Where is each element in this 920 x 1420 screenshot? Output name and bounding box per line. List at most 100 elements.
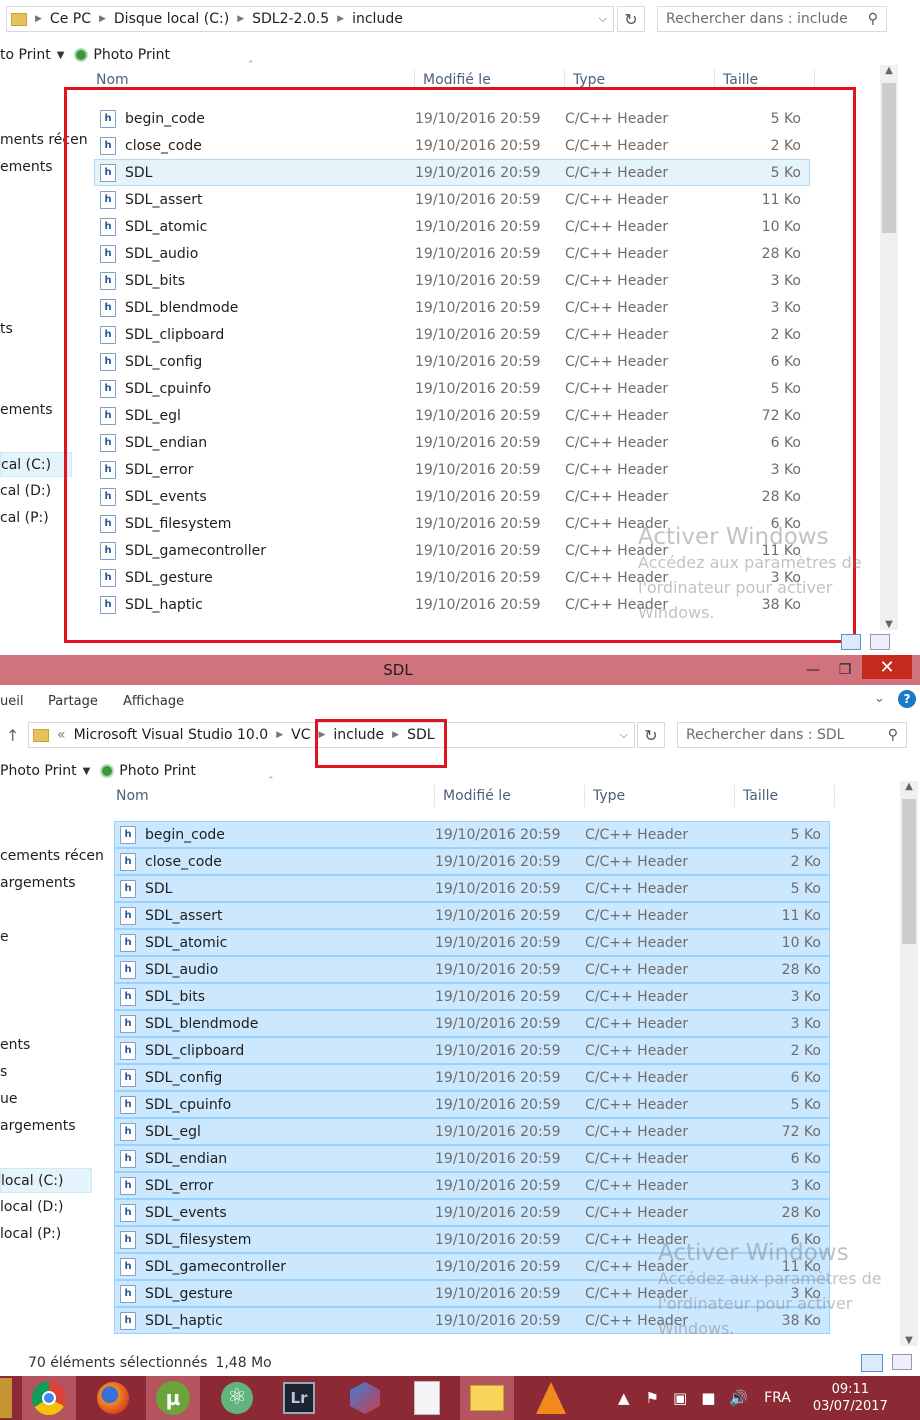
- photo-print-button[interactable]: Photo Print: [93, 47, 170, 63]
- overflow-chevrons[interactable]: «: [57, 727, 66, 743]
- vertical-scrollbar[interactable]: ▲ ▼: [880, 65, 898, 630]
- file-row[interactable]: h SDL_cpuinfo 19/10/2016 20:59 C/C++ Header…: [114, 1091, 830, 1118]
- file-row[interactable]: h SDL_endian 19/10/2016 20:59 C/C++ Header 6…: [114, 1145, 830, 1172]
- paint-icon[interactable]: [460, 1376, 514, 1420]
- chevron-down-icon[interactable]: ⌄: [874, 691, 885, 706]
- breadcrumb-item[interactable]: Microsoft Visual Studio 10.0: [74, 727, 269, 743]
- nav-item[interactable]: s: [0, 1064, 7, 1080]
- breadcrumb-item[interactable]: include: [352, 11, 403, 27]
- vertical-scrollbar[interactable]: ▲ ▼: [900, 781, 918, 1346]
- nav-item[interactable]: ements: [0, 159, 53, 175]
- breadcrumb-item[interactable]: Disque local (C:): [114, 11, 229, 27]
- nav-item-drive-d[interactable]: cal (D:): [0, 483, 51, 499]
- details-view-icon[interactable]: [861, 1354, 883, 1372]
- file-row[interactable]: h SDL_egl 19/10/2016 20:59 C/C++ Header 72 K…: [114, 1118, 830, 1145]
- firefox-icon[interactable]: [86, 1376, 140, 1420]
- dropdown-arrow-icon[interactable]: ▼: [83, 766, 91, 777]
- address-bar[interactable]: ▶ Ce PC ▶ Disque local (C:) ▶ SDL2-2.0.5…: [6, 6, 614, 32]
- nav-item[interactable]: argements: [0, 875, 76, 891]
- toolbar: Photo Print ▼ Photo Print: [0, 761, 196, 781]
- visual-studio-icon[interactable]: [338, 1376, 392, 1420]
- dropdown-arrow-icon[interactable]: ▼: [57, 50, 65, 61]
- utorrent-icon[interactable]: µ: [146, 1376, 200, 1420]
- scroll-down-icon[interactable]: ▼: [900, 1335, 918, 1346]
- nav-item-drive-c[interactable]: cal (C:): [0, 452, 72, 477]
- header-file-icon: h: [120, 1284, 136, 1303]
- column-header-type[interactable]: Type: [585, 785, 735, 807]
- up-arrow-icon[interactable]: ↑: [6, 726, 19, 745]
- clock[interactable]: 09:11 03/07/2017: [813, 1381, 888, 1415]
- scrollbar-thumb[interactable]: [902, 799, 916, 944]
- large-icons-view-icon[interactable]: [870, 634, 890, 650]
- to-print-button[interactable]: to Print: [0, 47, 51, 63]
- file-size: 5 Ko: [790, 826, 821, 843]
- taskbar-start-edge[interactable]: [0, 1378, 12, 1418]
- maximize-button[interactable]: ❐: [830, 655, 860, 685]
- chevron-down-icon[interactable]: ⌵: [599, 12, 607, 26]
- search-input[interactable]: Rechercher dans : SDL ⚲: [677, 722, 907, 748]
- nav-item-drive-d[interactable]: local (D:): [0, 1199, 64, 1215]
- file-row[interactable]: h close_code 19/10/2016 20:59 C/C++ Header 2…: [114, 848, 830, 875]
- volume-icon[interactable]: 🔊: [729, 1389, 748, 1407]
- search-input[interactable]: Rechercher dans : include ⚲: [657, 6, 887, 32]
- column-header-name[interactable]: Nom: [108, 785, 435, 807]
- nav-item[interactable]: ents: [0, 1037, 30, 1053]
- file-row[interactable]: h SDL_assert 19/10/2016 20:59 C/C++ Header 1…: [114, 902, 830, 929]
- chrome-icon[interactable]: [22, 1376, 76, 1420]
- ribbon-tab-home[interactable]: ueil: [0, 694, 23, 709]
- breadcrumb-item[interactable]: Ce PC: [50, 11, 91, 27]
- scroll-up-icon[interactable]: ▲: [900, 781, 918, 799]
- action-center-flag-icon[interactable]: ⚑: [646, 1389, 659, 1407]
- nav-item[interactable]: ue: [0, 1091, 18, 1107]
- file-row[interactable]: h SDL_atomic 19/10/2016 20:59 C/C++ Header 1…: [114, 929, 830, 956]
- file-row[interactable]: h SDL_events 19/10/2016 20:59 C/C++ Header 2…: [114, 1199, 830, 1226]
- lightroom-icon[interactable]: Lr: [272, 1376, 326, 1420]
- nav-item-drive-c[interactable]: local (C:): [0, 1168, 92, 1193]
- ribbon-tab-share[interactable]: Partage: [48, 694, 98, 709]
- nav-item[interactable]: argements: [0, 1118, 76, 1134]
- nav-item-drive-p[interactable]: local (P:): [0, 1226, 61, 1242]
- ribbon-tab-view[interactable]: Affichage: [123, 694, 184, 709]
- vlc-icon[interactable]: [524, 1376, 578, 1420]
- breadcrumb-item[interactable]: VC: [291, 727, 310, 743]
- photo-print-button[interactable]: Photo Print: [0, 763, 77, 779]
- language-indicator[interactable]: FRA: [764, 1390, 791, 1406]
- nav-item[interactable]: ements: [0, 402, 53, 418]
- file-size: 72 Ko: [781, 1123, 821, 1140]
- refresh-button[interactable]: ↻: [617, 6, 645, 32]
- refresh-button[interactable]: ↻: [637, 722, 665, 748]
- nav-item-drive-p[interactable]: cal (P:): [0, 510, 49, 526]
- scrollbar-thumb[interactable]: [882, 83, 896, 233]
- watermark-line: l'ordinateur pour activer: [638, 578, 833, 597]
- details-view-icon[interactable]: [841, 634, 861, 650]
- network-signal-icon[interactable]: ■: [701, 1389, 715, 1407]
- large-icons-view-icon[interactable]: [892, 1354, 912, 1370]
- header-file-icon: h: [120, 960, 136, 979]
- breadcrumb-item[interactable]: SDL2-2.0.5: [252, 11, 329, 27]
- show-hidden-icons-icon[interactable]: ▲: [618, 1389, 630, 1407]
- battery-icon[interactable]: ▣: [673, 1389, 687, 1407]
- nav-item[interactable]: e: [0, 929, 9, 945]
- chevron-down-icon[interactable]: ⌵: [620, 728, 628, 742]
- column-header-modified[interactable]: Modifié le: [435, 785, 585, 807]
- notepad-icon[interactable]: [400, 1376, 454, 1420]
- file-row[interactable]: h SDL_audio 19/10/2016 20:59 C/C++ Header 28…: [114, 956, 830, 983]
- photo-print-button[interactable]: Photo Print: [119, 763, 196, 779]
- column-header-size[interactable]: Taille: [735, 785, 835, 807]
- file-row[interactable]: h SDL_bits 19/10/2016 20:59 C/C++ Header 3 K…: [114, 983, 830, 1010]
- atom-icon[interactable]: ⚛: [210, 1376, 264, 1420]
- minimize-button[interactable]: —: [796, 655, 830, 685]
- help-icon[interactable]: ?: [898, 690, 916, 708]
- file-row[interactable]: h SDL 19/10/2016 20:59 C/C++ Header 5 Ko: [114, 875, 830, 902]
- nav-item[interactable]: ts: [0, 321, 13, 337]
- file-row[interactable]: h SDL_config 19/10/2016 20:59 C/C++ Header 6…: [114, 1064, 830, 1091]
- file-row[interactable]: h SDL_clipboard 19/10/2016 20:59 C/C++ Head…: [114, 1037, 830, 1064]
- close-button[interactable]: ✕: [862, 655, 912, 679]
- file-row[interactable]: h begin_code 19/10/2016 20:59 C/C++ Header 5…: [114, 821, 830, 848]
- file-name-cell: h SDL_config: [115, 1068, 435, 1087]
- scroll-up-icon[interactable]: ▲: [880, 65, 898, 83]
- file-row[interactable]: h SDL_blendmode 19/10/2016 20:59 C/C++ Head…: [114, 1010, 830, 1037]
- nav-item[interactable]: cements récen: [0, 848, 104, 864]
- scroll-down-icon[interactable]: ▼: [880, 619, 898, 630]
- file-row[interactable]: h SDL_error 19/10/2016 20:59 C/C++ Header 3 …: [114, 1172, 830, 1199]
